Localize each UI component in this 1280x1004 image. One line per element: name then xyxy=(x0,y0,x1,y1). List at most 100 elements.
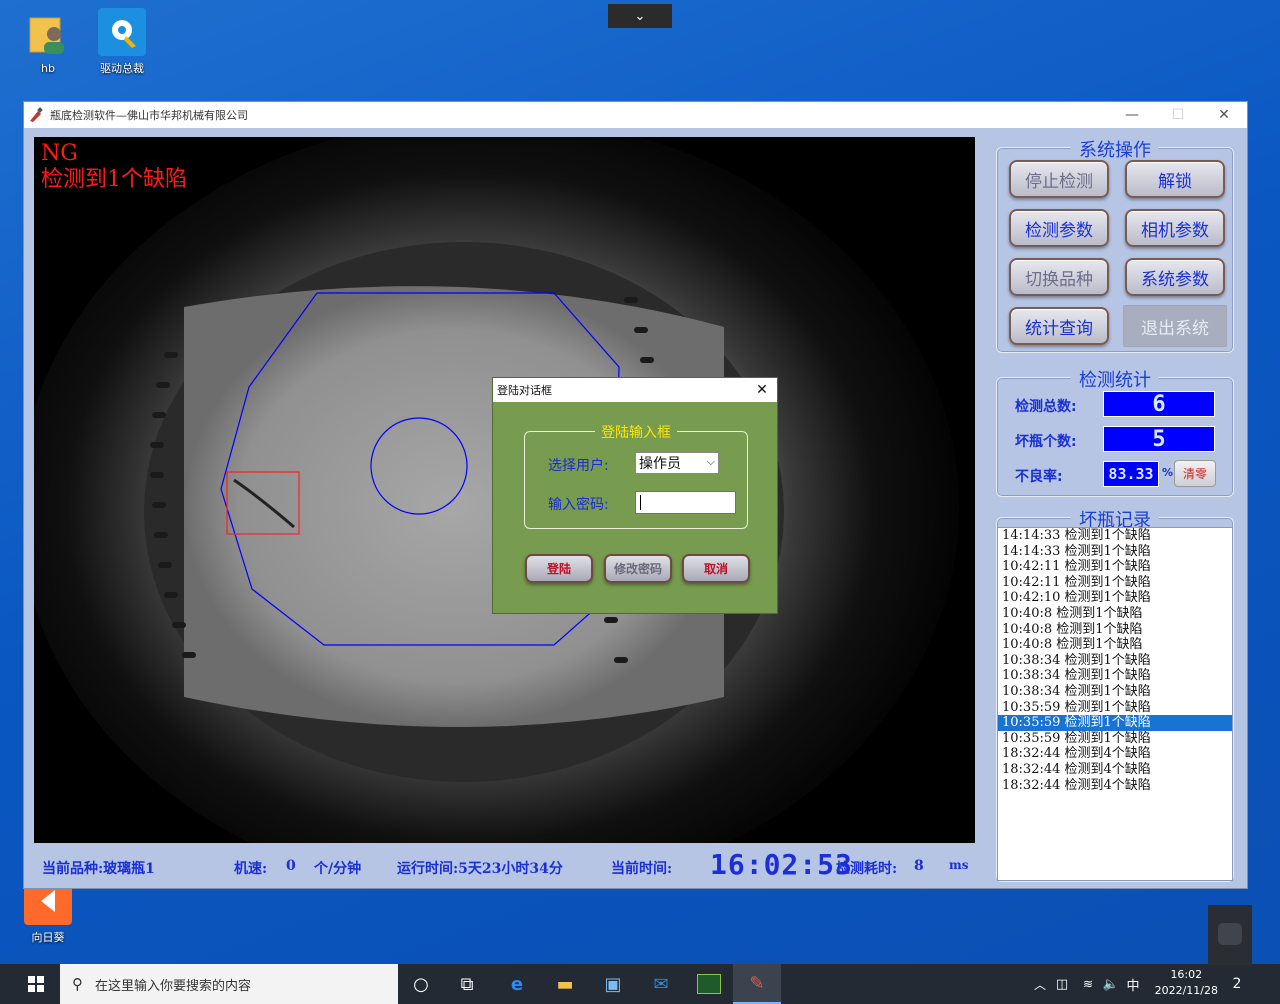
stats-query-button[interactable]: 统计查询 xyxy=(1009,307,1109,345)
tray-chevron-up-icon[interactable]: ︿ xyxy=(1030,964,1050,1004)
record-row[interactable]: 10:42:11 检测到1个缺陷 xyxy=(998,559,1232,575)
clear-stats-button[interactable]: 清零 xyxy=(1174,460,1216,487)
record-row[interactable]: 10:40:8 检测到1个缺陷 xyxy=(998,606,1232,622)
current-time-label: 当前时间: xyxy=(611,861,673,877)
maximize-button[interactable]: ☐ xyxy=(1155,102,1201,128)
app-green-icon[interactable] xyxy=(685,964,733,1004)
record-row[interactable]: 10:35:59 检测到1个缺陷 xyxy=(998,700,1232,716)
desktop-icon-label: 向日葵 xyxy=(31,931,65,944)
window-title: 瓶底检测软件—佛山市华邦机械有限公司 xyxy=(50,109,248,122)
total-count-display: 6 xyxy=(1103,391,1215,417)
record-row[interactable]: 18:32:44 检测到4个缺陷 xyxy=(998,762,1232,778)
current-product: 当前品种:玻璃瓶1 xyxy=(42,861,155,877)
rate-unit: % xyxy=(1162,466,1174,479)
speed-label: 机速: xyxy=(234,861,268,877)
stop-detect-button[interactable]: 停止检测 xyxy=(1009,160,1109,198)
dialog-close-icon[interactable]: ✕ xyxy=(747,378,777,402)
speed-unit: 个/分钟 xyxy=(314,861,362,877)
elapsed-unit: ms xyxy=(949,858,969,872)
elapsed-label: 检测耗时: xyxy=(836,861,898,877)
driver-tool-icon xyxy=(98,8,146,56)
start-button[interactable] xyxy=(12,964,60,1004)
login-group-title: 登陆输入框 xyxy=(595,422,677,442)
search-placeholder: 在这里输入你要搜索的内容 xyxy=(95,978,252,994)
windows-icon xyxy=(28,976,44,992)
desktop-icon-label: 驱动总裁 xyxy=(100,62,144,75)
title-bar: 瓶底检测软件—佛山市华邦机械有限公司 — ☐ ✕ xyxy=(24,102,1247,128)
defect-count-text: 检测到1个缺陷 xyxy=(41,167,187,192)
record-row[interactable]: 18:32:44 检测到4个缺陷 xyxy=(998,746,1232,762)
password-label: 输入密码: xyxy=(548,497,609,513)
speed-value: 0 xyxy=(286,858,296,874)
bottle-icon xyxy=(30,107,43,122)
chat-icon xyxy=(1218,923,1242,945)
desktop-icon-hb[interactable]: hb xyxy=(13,10,83,75)
total-label: 检测总数: xyxy=(1015,399,1077,415)
record-row[interactable]: 10:42:11 检测到1个缺陷 xyxy=(998,575,1232,591)
record-row[interactable]: 18:32:44 检测到4个缺陷 xyxy=(998,778,1232,794)
system-params-button[interactable]: 系统参数 xyxy=(1125,258,1225,296)
record-row[interactable]: 10:42:10 检测到1个缺陷 xyxy=(998,590,1232,606)
record-row[interactable]: 10:35:59 检测到1个缺陷 xyxy=(998,715,1232,731)
cancel-button[interactable]: 取消 xyxy=(682,554,750,583)
record-row[interactable]: 10:40:8 检测到1个缺陷 xyxy=(998,622,1232,638)
record-row[interactable]: 10:38:34 检测到1个缺陷 xyxy=(998,653,1232,669)
user-select[interactable]: 操作员 ⌵ xyxy=(635,452,719,474)
chevron-down-icon: ⌄ xyxy=(634,8,646,24)
collapse-tab[interactable]: ⌄ xyxy=(608,4,672,28)
notification-count: 2 xyxy=(1232,976,1242,992)
login-button[interactable]: 登陆 xyxy=(525,554,593,583)
volume-icon[interactable]: 🔈 xyxy=(1100,964,1122,1004)
detect-params-button[interactable]: 检测参数 xyxy=(1009,209,1109,247)
task-view-icon[interactable]: ⧉ xyxy=(443,964,491,1004)
dialog-title: 登陆对话框 xyxy=(497,384,552,397)
bottle-app-taskbar-icon[interactable]: ✎ xyxy=(733,964,781,1004)
tray-app-icon[interactable]: ◫ xyxy=(1052,964,1072,1004)
minimize-button[interactable]: — xyxy=(1109,102,1155,128)
tray-time: 16:02 xyxy=(1170,968,1203,981)
switch-product-button[interactable]: 切换品种 xyxy=(1009,258,1109,296)
ng-label: NG xyxy=(41,141,78,166)
login-input-group: 登陆输入框 xyxy=(524,422,748,529)
system-ops-title: 系统操作 xyxy=(1071,136,1159,162)
password-input[interactable] xyxy=(635,491,736,514)
user-folder-icon xyxy=(24,10,72,58)
ime-indicator[interactable]: 中 xyxy=(1122,964,1144,1004)
search-icon: ⚲ xyxy=(72,975,83,993)
edge-icon[interactable]: e xyxy=(493,964,541,1004)
taskbar: ⚲ 在这里输入你要搜索的内容 ○ ⧉ e ▬ ▣ ✉ ✎ ︿ ◫ ≋ 🔈 中 1… xyxy=(0,964,1280,1004)
store-icon[interactable]: ▣ xyxy=(589,964,637,1004)
tray-clock[interactable]: 16:02 2022/11/28 xyxy=(1155,967,1218,999)
network-icon[interactable]: ≋ xyxy=(1078,964,1098,1004)
user-select-value: 操作员 xyxy=(639,456,681,472)
current-time-clock: 16:02:53 xyxy=(710,848,853,881)
record-row[interactable]: 14:14:33 检测到1个缺陷 xyxy=(998,528,1232,544)
desktop-icon-driver[interactable]: 驱动总裁 xyxy=(87,8,157,76)
camera-params-button[interactable]: 相机参数 xyxy=(1125,209,1225,247)
chevron-down-icon: ⌵ xyxy=(706,455,715,468)
app-green-badge xyxy=(697,974,721,994)
record-row[interactable]: 10:38:34 检测到1个缺陷 xyxy=(998,668,1232,684)
record-row[interactable]: 10:38:34 检测到1个缺陷 xyxy=(998,684,1232,700)
unlock-button[interactable]: 解锁 xyxy=(1125,160,1225,198)
rate-label: 不良率: xyxy=(1015,469,1063,485)
exit-system-button[interactable]: 退出系统 xyxy=(1123,305,1227,347)
taskbar-search-box[interactable]: ⚲ 在这里输入你要搜索的内容 xyxy=(60,964,398,1004)
mail-icon[interactable]: ✉ xyxy=(637,964,685,1004)
records-list[interactable]: 14:14:33 检测到1个缺陷 14:14:33 检测到1个缺陷 10:42:11… xyxy=(997,527,1233,881)
user-label: 选择用户: xyxy=(548,458,609,474)
runtime: 运行时间:5天23小时34分 xyxy=(397,861,563,877)
close-button[interactable]: ✕ xyxy=(1201,102,1247,128)
dialog-title-bar: 登陆对话框 ✕ xyxy=(493,378,777,402)
record-row[interactable]: 10:35:59 检测到1个缺陷 xyxy=(998,731,1232,747)
tray-date: 2022/11/28 xyxy=(1154,984,1218,997)
record-row[interactable]: 10:40:8 检测到1个缺陷 xyxy=(998,637,1232,653)
bad-count-display: 5 xyxy=(1103,426,1215,452)
cortana-icon[interactable]: ○ xyxy=(397,964,445,1004)
change-password-button[interactable]: 修改密码 xyxy=(604,554,672,583)
file-explorer-icon[interactable]: ▬ xyxy=(541,964,589,1004)
notification-icon[interactable]: 2 xyxy=(1222,964,1252,1004)
desktop-icon-label: hb xyxy=(41,62,55,75)
floating-widget[interactable] xyxy=(1208,905,1252,965)
record-row[interactable]: 14:14:33 检测到1个缺陷 xyxy=(998,544,1232,560)
